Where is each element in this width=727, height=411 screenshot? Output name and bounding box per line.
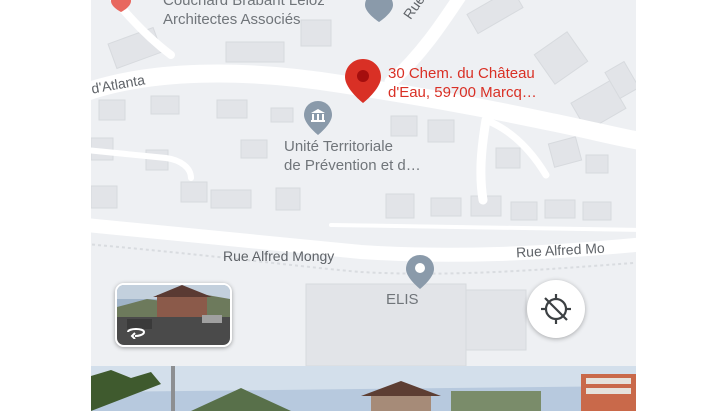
place-photo-strip[interactable] — [91, 366, 636, 411]
poi-label-unite-line2: de Prévention et d… — [284, 157, 421, 174]
my-location-button[interactable] — [527, 280, 585, 338]
poi-label-elis[interactable]: ELIS — [386, 290, 419, 309]
place-photo — [91, 366, 636, 411]
poi-label-unite-line1: Unité Territoriale — [284, 138, 393, 155]
poi-label-architects-line2: Architectes Associés — [163, 11, 301, 28]
street-view-thumbnail[interactable] — [115, 283, 232, 347]
place-pin-icon[interactable] — [111, 0, 131, 12]
maps-app-view: Couchard Brabant Leloz Architectes Assoc… — [91, 0, 636, 411]
selected-place-pin-icon[interactable] — [343, 58, 383, 104]
location-disabled-icon — [541, 294, 571, 324]
map-canvas[interactable]: Couchard Brabant Leloz Architectes Assoc… — [91, 0, 636, 366]
screenshot-stage: Couchard Brabant Leloz Architectes Assoc… — [0, 0, 727, 411]
government-building-icon[interactable] — [303, 100, 333, 136]
poi-label-architects-line1: Couchard Brabant Leloz — [163, 0, 325, 9]
poi-label-unite[interactable]: Unité Territoriale de Prévention et d… — [284, 137, 421, 175]
selected-place-line2: d'Eau, 59700 Marcq… — [388, 84, 537, 101]
place-pin-icon-elis[interactable] — [405, 254, 435, 290]
poi-label-architects[interactable]: Couchard Brabant Leloz Architectes Assoc… — [163, 0, 325, 29]
selected-place-line1: 30 Chem. du Château — [388, 65, 535, 82]
road-label-alfred-mongy: Rue Alfred Mongy — [223, 248, 335, 264]
selected-place-label[interactable]: 30 Chem. du Château d'Eau, 59700 Marcq… — [388, 64, 537, 102]
poi-marker-icon[interactable] — [365, 0, 393, 22]
rotate-360-icon — [127, 328, 146, 339]
